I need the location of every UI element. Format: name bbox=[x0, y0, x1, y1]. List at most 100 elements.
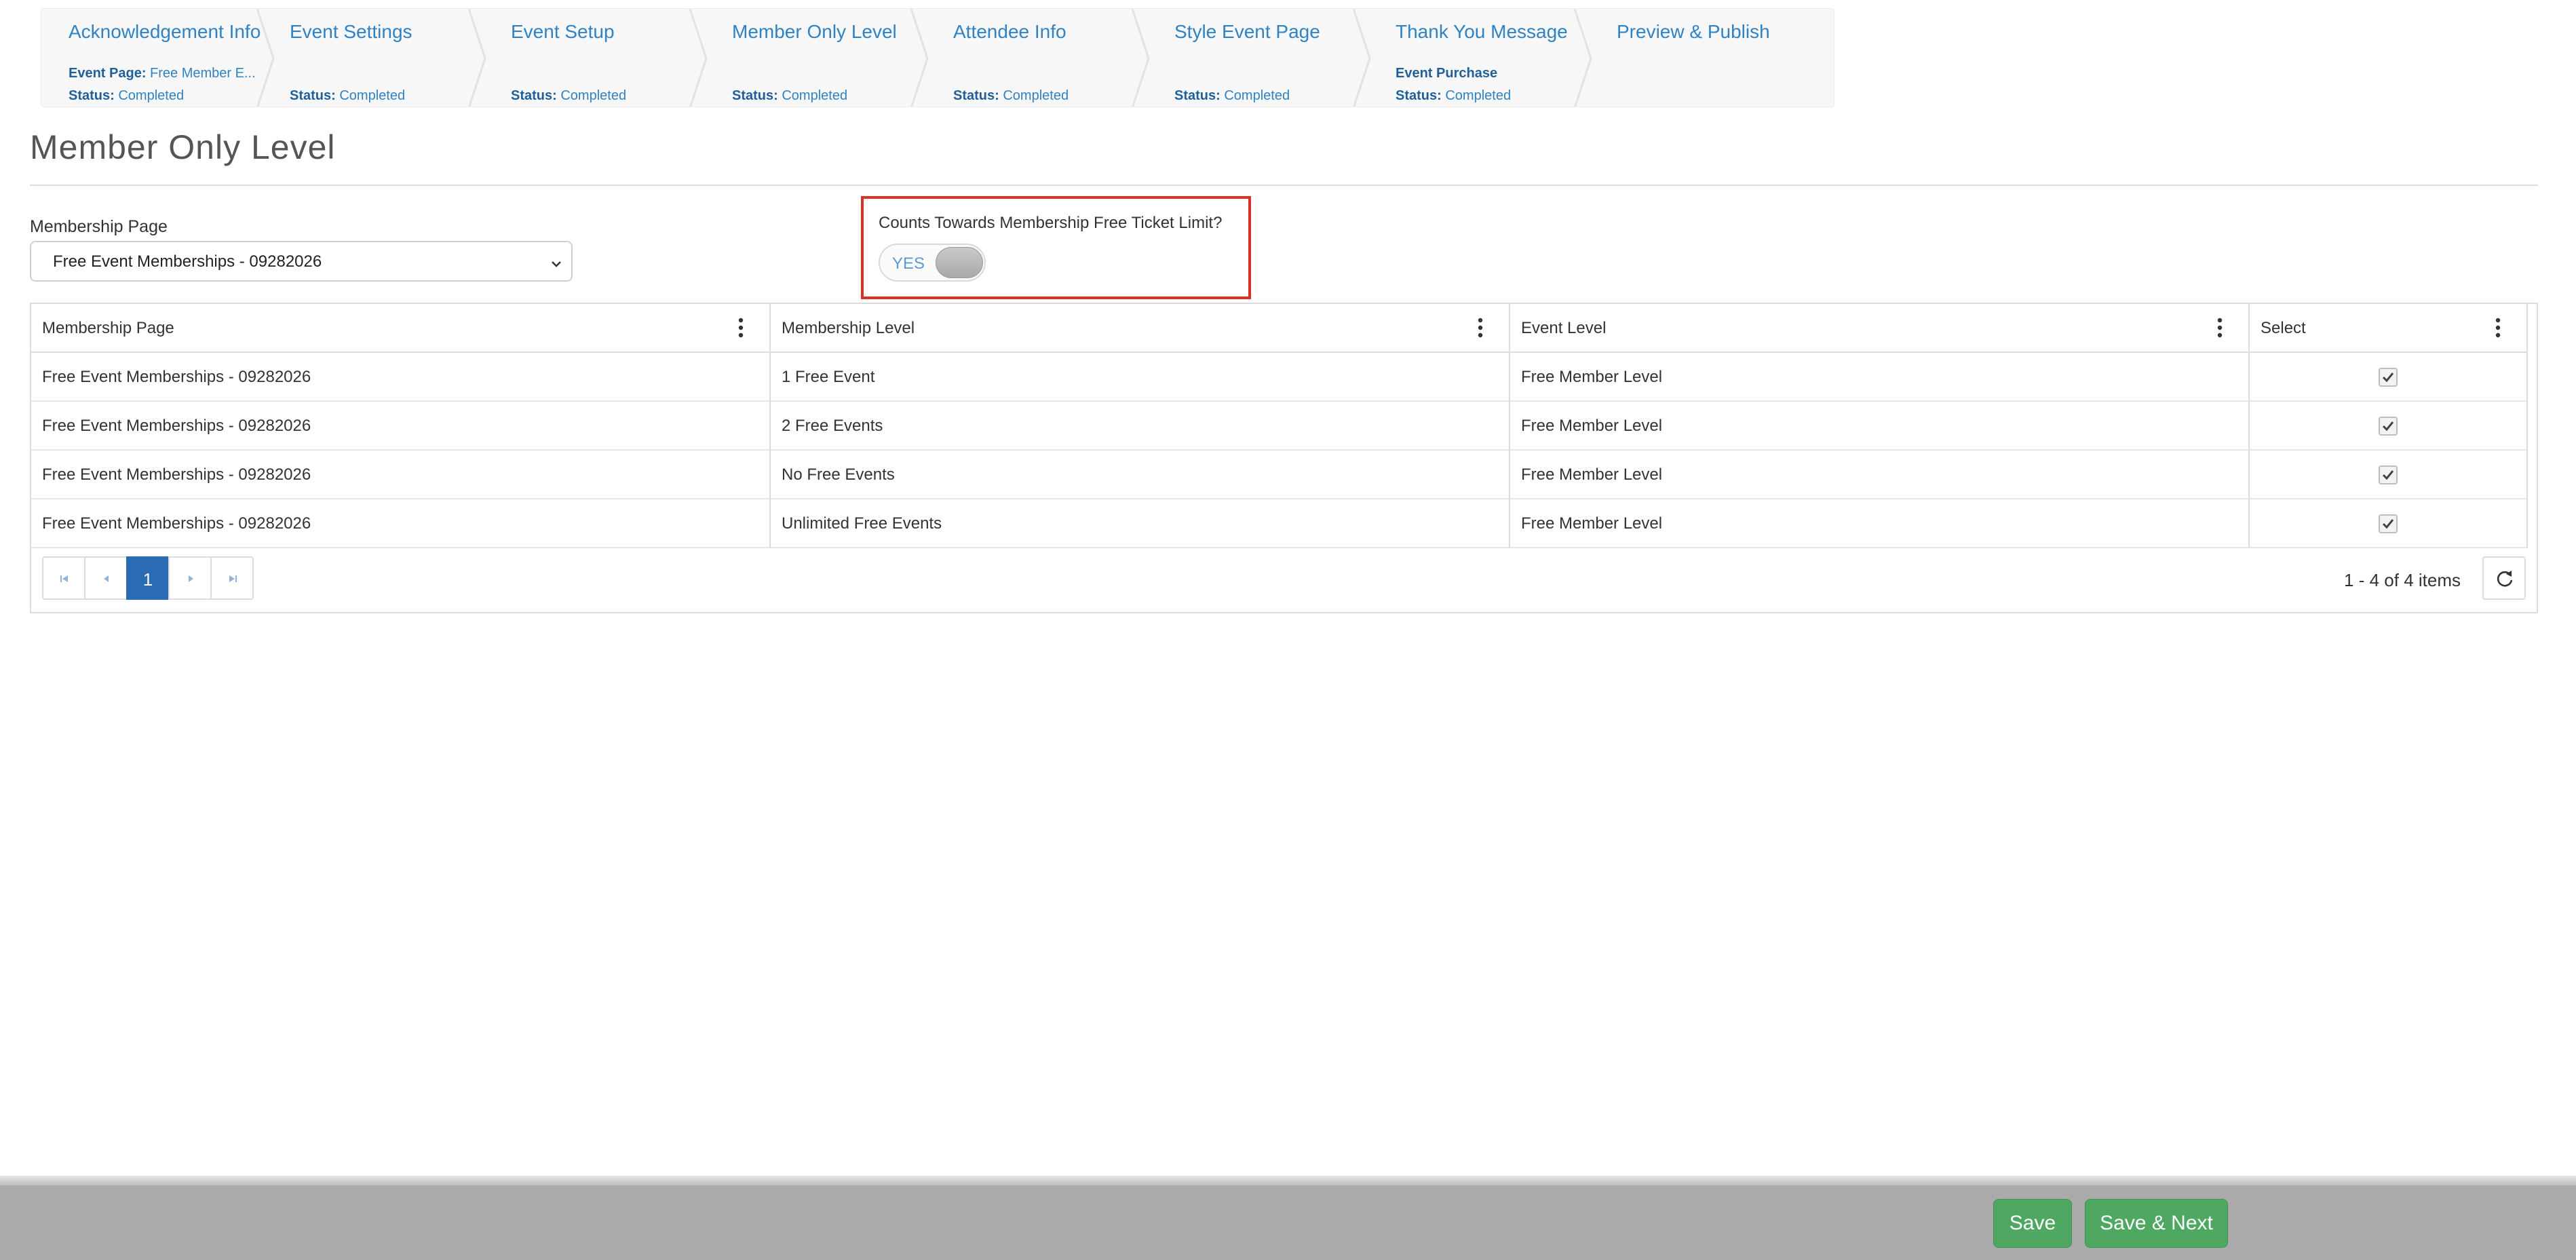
step-style-event-page[interactable]: Style Event Page Status: Completed bbox=[1147, 9, 1371, 107]
free-ticket-limit-label: Counts Towards Membership Free Ticket Li… bbox=[879, 214, 1223, 232]
cell-select bbox=[2250, 451, 2528, 499]
chevron-down-icon bbox=[552, 261, 561, 267]
free-ticket-limit-highlight: Counts Towards Membership Free Ticket Li… bbox=[861, 196, 1251, 299]
kebab-menu-icon[interactable] bbox=[2495, 318, 2501, 338]
checkmark-icon bbox=[2382, 470, 2394, 480]
column-title: Select bbox=[2261, 319, 2306, 337]
column-title: Event Level bbox=[1521, 319, 1607, 337]
step-member-only-level[interactable]: Member Only Level Status: Completed bbox=[705, 9, 929, 107]
save-button[interactable]: Save bbox=[1993, 1199, 2072, 1248]
chevron-right-icon bbox=[689, 9, 708, 107]
cell-event-level: Free Member Level bbox=[1510, 402, 2250, 451]
cell-membership-page: Free Event Memberships - 09282026 bbox=[31, 353, 771, 402]
pager-next-button[interactable] bbox=[168, 556, 212, 600]
select-checkbox[interactable] bbox=[2379, 465, 2398, 484]
step-thank-you-message[interactable]: Thank You Message Event Purchase Status:… bbox=[1368, 9, 1592, 107]
step-acknowledgement-info[interactable]: Acknowledgement Info Event Page: Free Me… bbox=[41, 9, 275, 107]
refresh-button[interactable] bbox=[2482, 556, 2526, 600]
step-title: Style Event Page bbox=[1174, 21, 1320, 42]
membership-page-select-value: Free Event Memberships - 09282026 bbox=[53, 252, 322, 271]
toggle-knob bbox=[936, 247, 983, 278]
first-page-icon bbox=[60, 575, 68, 582]
step-status: Status: Completed bbox=[69, 88, 185, 103]
kebab-menu-icon[interactable] bbox=[2217, 318, 2223, 338]
pager-info: 1 - 4 of 4 items bbox=[2344, 570, 2461, 590]
step-title: Event Settings bbox=[290, 21, 412, 42]
toggle-state-text: YES bbox=[892, 254, 925, 273]
cell-select bbox=[2250, 499, 2528, 548]
step-status: Status: Completed bbox=[953, 88, 1069, 103]
step-event-purchase: Event Purchase bbox=[1396, 66, 1498, 81]
chevron-right-icon bbox=[1573, 9, 1592, 107]
step-title: Thank You Message bbox=[1396, 21, 1568, 42]
chevron-right-icon bbox=[256, 9, 275, 107]
grid-header: Membership Page Membership Level Event L… bbox=[31, 304, 2528, 353]
pager-first-button[interactable] bbox=[42, 556, 85, 600]
cell-membership-level: 1 Free Event bbox=[771, 353, 1510, 402]
pager-page-number: 1 bbox=[142, 569, 153, 590]
table-row[interactable]: Free Event Memberships - 09282026 No Fre… bbox=[31, 451, 2528, 499]
cell-membership-level: No Free Events bbox=[771, 451, 1510, 499]
select-checkbox[interactable] bbox=[2379, 514, 2398, 533]
step-event-settings[interactable]: Event Settings Status: Completed bbox=[263, 9, 486, 107]
column-header-membership-page[interactable]: Membership Page bbox=[31, 304, 771, 353]
step-title: Event Setup bbox=[511, 21, 615, 42]
cell-membership-page: Free Event Memberships - 09282026 bbox=[31, 499, 771, 548]
column-header-membership-level[interactable]: Membership Level bbox=[771, 304, 1510, 353]
cell-select bbox=[2250, 353, 2528, 402]
membership-levels-grid: Membership Page Membership Level Event L… bbox=[30, 303, 2538, 613]
next-page-icon bbox=[189, 575, 193, 582]
step-event-setup[interactable]: Event Setup Status: Completed bbox=[484, 9, 708, 107]
previous-page-icon bbox=[104, 575, 109, 582]
pager-last-button[interactable] bbox=[210, 556, 254, 600]
page-title: Member Only Level bbox=[30, 128, 336, 166]
pager-prev-button[interactable] bbox=[84, 556, 128, 600]
checkmark-icon bbox=[2382, 519, 2394, 529]
table-row[interactable]: Free Event Memberships - 09282026 1 Free… bbox=[31, 353, 2528, 402]
cell-event-level: Free Member Level bbox=[1510, 451, 2250, 499]
chevron-right-icon bbox=[1131, 9, 1150, 107]
refresh-icon bbox=[2497, 571, 2513, 587]
column-header-event-level[interactable]: Event Level bbox=[1510, 304, 2250, 353]
table-row[interactable]: Free Event Memberships - 09282026 Unlimi… bbox=[31, 499, 2528, 548]
title-divider bbox=[30, 185, 2538, 186]
select-checkbox[interactable] bbox=[2379, 368, 2398, 387]
membership-page-label: Membership Page bbox=[30, 217, 168, 236]
save-and-next-button[interactable]: Save & Next bbox=[2085, 1199, 2228, 1248]
grid-pager: 1 bbox=[42, 556, 254, 600]
cell-membership-level: Unlimited Free Events bbox=[771, 499, 1510, 548]
checkmark-icon bbox=[2382, 421, 2394, 432]
chevron-right-icon bbox=[467, 9, 486, 107]
step-title: Acknowledgement Info bbox=[69, 21, 261, 42]
step-status: Status: Completed bbox=[511, 88, 627, 103]
column-title: Membership Level bbox=[782, 319, 915, 337]
cell-membership-page: Free Event Memberships - 09282026 bbox=[31, 451, 771, 499]
step-title: Member Only Level bbox=[732, 21, 897, 42]
step-attendee-info[interactable]: Attendee Info Status: Completed bbox=[926, 9, 1150, 107]
pager-page-button[interactable]: 1 bbox=[126, 556, 170, 600]
step-preview-publish[interactable]: Preview & Publish bbox=[1590, 9, 1834, 107]
chevron-right-icon bbox=[910, 9, 929, 107]
last-page-icon bbox=[229, 575, 237, 582]
footer-divider bbox=[0, 1176, 2576, 1185]
kebab-menu-icon[interactable] bbox=[738, 318, 744, 338]
step-status: Status: Completed bbox=[290, 88, 406, 103]
cell-membership-page: Free Event Memberships - 09282026 bbox=[31, 402, 771, 451]
table-row[interactable]: Free Event Memberships - 09282026 2 Free… bbox=[31, 402, 2528, 451]
kebab-menu-icon[interactable] bbox=[1478, 318, 1483, 338]
cell-event-level: Free Member Level bbox=[1510, 353, 2250, 402]
membership-page-select[interactable]: Free Event Memberships - 09282026 bbox=[30, 241, 573, 282]
step-status: Status: Completed bbox=[1174, 88, 1290, 103]
step-status: Status: Completed bbox=[732, 88, 848, 103]
free-ticket-limit-toggle[interactable]: YES bbox=[879, 244, 986, 282]
grid-scrollbar-gutter[interactable] bbox=[2526, 304, 2537, 548]
column-header-select[interactable]: Select bbox=[2250, 304, 2528, 353]
cell-select bbox=[2250, 402, 2528, 451]
select-checkbox[interactable] bbox=[2379, 417, 2398, 436]
cell-event-level: Free Member Level bbox=[1510, 499, 2250, 548]
action-footer: Save Save & Next bbox=[0, 1185, 2576, 1260]
step-title: Preview & Publish bbox=[1617, 21, 1770, 42]
step-title: Attendee Info bbox=[953, 21, 1066, 42]
cell-membership-level: 2 Free Events bbox=[771, 402, 1510, 451]
chevron-right-icon bbox=[1352, 9, 1371, 107]
